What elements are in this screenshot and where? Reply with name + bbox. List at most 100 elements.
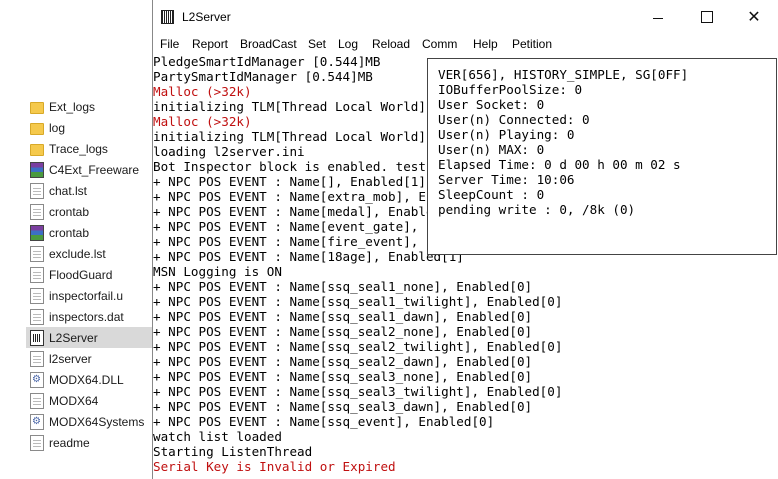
file-item[interactable]: readme xyxy=(26,432,152,453)
file-name: chat.lst xyxy=(49,183,88,198)
file-item[interactable]: crontab xyxy=(26,222,152,243)
maximize-button[interactable] xyxy=(692,6,722,28)
close-button[interactable]: ✕ xyxy=(739,6,769,28)
file-item[interactable]: Trace_logs xyxy=(26,138,152,159)
menu-bar: File Report BroadCast Set Log Reload Comm Help P… xyxy=(153,34,778,54)
menu-item-broadcast[interactable]: BroadCast xyxy=(240,37,297,51)
status-line: pending write : 0, /8k (0) xyxy=(438,202,636,217)
console-line: MSN Logging is ON xyxy=(153,264,282,279)
file-item[interactable]: MODX64Systems xyxy=(26,411,152,432)
file-item[interactable]: Ext_logs xyxy=(26,96,152,117)
console-line: + NPC POS EVENT : Name[18age], Enabled[1… xyxy=(153,249,464,264)
menu-item-petition[interactable]: Petition xyxy=(512,37,552,51)
file-item[interactable]: inspectorfail.u xyxy=(26,285,152,306)
file-name: Trace_logs xyxy=(49,141,108,156)
status-line: User Socket: 0 xyxy=(438,97,545,112)
file-explorer-list: Ext_logslog Trace_logs C4Ext_Freeware chat.… xyxy=(0,0,152,479)
status-line: IOBufferPoolSize: 0 xyxy=(438,82,583,97)
file-item[interactable]: inspectors.dat xyxy=(26,306,152,327)
file-name: inspectorfail.u xyxy=(49,288,124,303)
status-line: SleepCount : 0 xyxy=(438,187,545,202)
console-line: + NPC POS EVENT : Name[ssq_seal3_none], … xyxy=(153,369,533,384)
file-name: l2server xyxy=(49,351,92,366)
status-line: User(n) MAX: 0 xyxy=(438,142,545,157)
menu-item-log[interactable]: Log xyxy=(338,37,358,51)
console-line: loading l2server.ini xyxy=(153,144,305,159)
file-name: MODX64.DLL xyxy=(49,372,124,387)
file-item[interactable]: l2server xyxy=(26,348,152,369)
file-item[interactable]: C4Ext_Freeware xyxy=(26,159,152,180)
file-item[interactable]: crontab xyxy=(26,201,152,222)
file-item[interactable]: L2Server xyxy=(26,327,152,348)
menu-item-report[interactable]: Report xyxy=(192,37,228,51)
console-line: + NPC POS EVENT : Name[ssq_seal1_twiligh… xyxy=(153,294,563,309)
console-line: + NPC POS EVENT : Name[ssq_seal3_twiligh… xyxy=(153,384,563,399)
console-line: watch list loaded xyxy=(153,429,282,444)
menu-item-help[interactable]: Help xyxy=(473,37,498,51)
winrar-archive-icon xyxy=(30,161,44,178)
folder-icon xyxy=(30,143,44,156)
console-line: Malloc (>32k) xyxy=(153,114,252,129)
file-name: L2Server xyxy=(49,330,98,345)
close-icon: ✕ xyxy=(747,9,761,26)
document-icon xyxy=(30,182,44,199)
console-line: + NPC POS EVENT : Name[ssq_seal1_none], … xyxy=(153,279,533,294)
dll-gear-icon xyxy=(30,413,44,430)
file-name: inspectors.dat xyxy=(49,309,124,324)
console-line: + NPC POS EVENT : Name[ssq_seal2_twiligh… xyxy=(153,339,563,354)
executable-icon xyxy=(30,329,44,346)
status-line: User(n) Playing: 0 xyxy=(438,127,575,142)
console-line: + NPC POS EVENT : Name[ssq_seal2_none], … xyxy=(153,324,533,339)
file-name: crontab xyxy=(49,204,90,219)
minimize-icon xyxy=(653,17,663,19)
l2server-window: L2Server ✕ File Report BroadCast Set Log Relo… xyxy=(152,0,778,479)
console-line: initializing TLM[Thread Local World] xyxy=(153,129,426,144)
menu-item-comm[interactable]: Comm xyxy=(422,37,457,51)
minimize-button[interactable] xyxy=(643,6,673,28)
file-name: crontab xyxy=(49,225,90,240)
file-name: FloodGuard xyxy=(49,267,113,282)
folder-icon xyxy=(30,101,44,114)
title-bar[interactable]: L2Server ✕ xyxy=(153,0,778,34)
file-item[interactable]: log xyxy=(26,117,152,138)
console-output: PledgeSmartIdManager [0.544]MB PartySmart… xyxy=(153,54,778,479)
server-status-panel: VER[656], HISTORY_SIMPLE, SG[0FF] IOBuffe… xyxy=(427,58,777,255)
document-icon xyxy=(30,287,44,304)
folder-icon xyxy=(30,122,44,135)
file-name: log xyxy=(49,120,66,135)
file-name: Ext_logs xyxy=(49,99,96,114)
console-line: PledgeSmartIdManager [0.544]MB xyxy=(153,54,381,69)
file-name: MODX64 xyxy=(49,393,99,408)
console-line: + NPC POS EVENT : Name[ssq_seal2_dawn], … xyxy=(153,354,533,369)
document-icon xyxy=(30,266,44,283)
file-name: exclude.lst xyxy=(49,246,106,261)
menu-item-set[interactable]: Set xyxy=(308,37,326,51)
dll-gear-icon xyxy=(30,371,44,388)
document-icon xyxy=(30,434,44,451)
console-line: Malloc (>32k) xyxy=(153,84,252,99)
maximize-icon xyxy=(701,11,713,23)
file-item[interactable]: chat.lst xyxy=(26,180,152,201)
status-line: Server Time: 10:06 xyxy=(438,172,575,187)
menu-item-reload[interactable]: Reload xyxy=(372,37,410,51)
file-name: MODX64Systems xyxy=(49,414,145,429)
file-item[interactable]: FloodGuard xyxy=(26,264,152,285)
file-name: C4Ext_Freeware xyxy=(49,162,140,177)
console-line: + NPC POS EVENT : Name[ssq_seal3_dawn], … xyxy=(153,399,533,414)
status-line: Elapsed Time: 0 d 00 h 00 m 02 s xyxy=(438,157,681,172)
console-line: + NPC POS EVENT : Name[], Enabled[1] xyxy=(153,174,426,189)
console-line: initializing TLM[Thread Local World] xyxy=(153,99,426,114)
file-item[interactable]: MODX64 xyxy=(26,390,152,411)
status-line: VER[656], HISTORY_SIMPLE, SG[0FF] xyxy=(438,67,689,82)
menu-item-file[interactable]: File xyxy=(160,37,179,51)
console-line: Bot Inspector block is enabled. test xyxy=(153,159,426,174)
document-icon xyxy=(30,245,44,262)
file-item[interactable]: exclude.lst xyxy=(26,243,152,264)
document-icon xyxy=(30,308,44,325)
file-item[interactable]: MODX64.DLL xyxy=(26,369,152,390)
console-line: + NPC POS EVENT : Name[ssq_event], Enabl… xyxy=(153,414,495,429)
console-line: Serial Key is Invalid or Expired xyxy=(153,459,396,474)
winrar-archive-icon xyxy=(30,224,44,241)
document-icon xyxy=(30,203,44,220)
console-line: + NPC POS EVENT : Name[medal], Enabled[1… xyxy=(153,204,464,219)
